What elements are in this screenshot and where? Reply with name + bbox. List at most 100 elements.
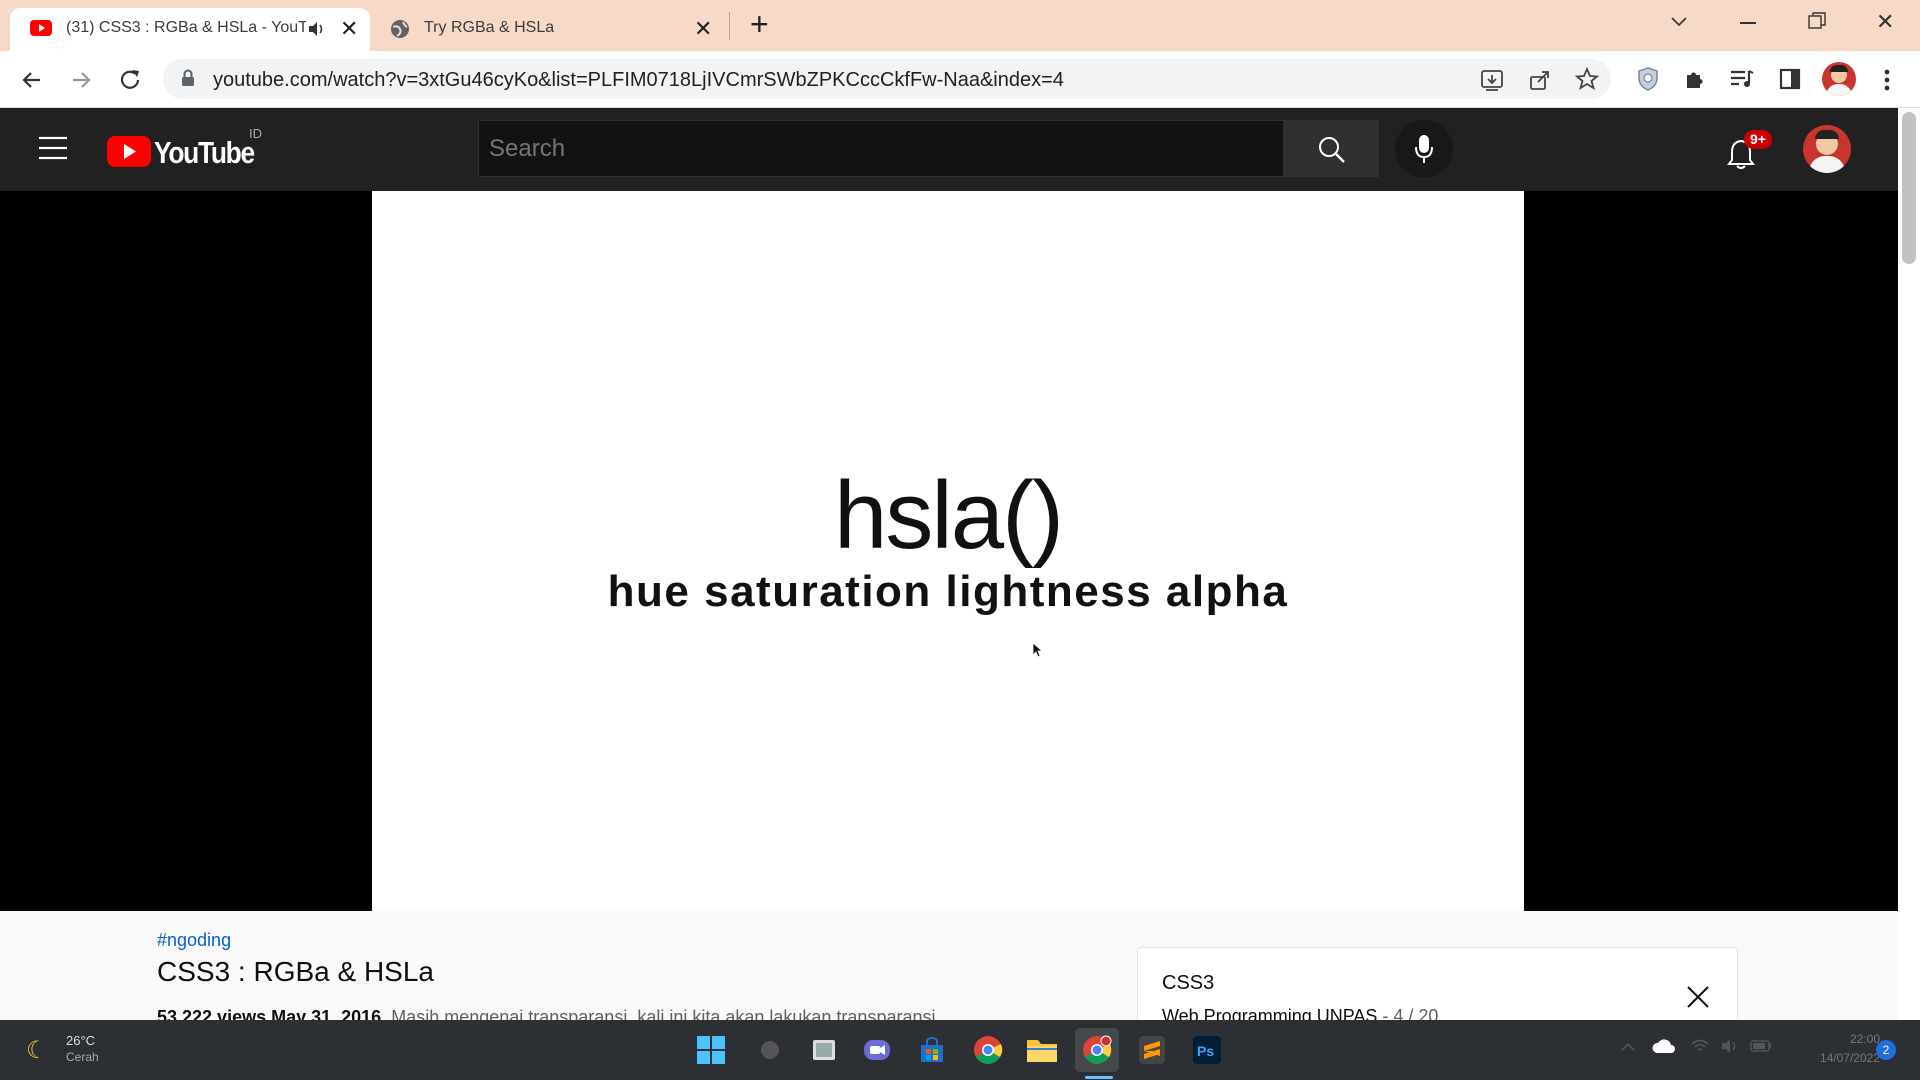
close-tab-icon[interactable]: ✕	[694, 18, 712, 40]
windows-start-icon	[697, 1036, 725, 1064]
clock-time: 22:00	[1849, 1032, 1880, 1046]
share-icon[interactable]	[1528, 68, 1552, 92]
close-tab-icon[interactable]: ✕	[340, 18, 358, 40]
search-icon	[761, 1041, 779, 1059]
teams-chat-icon	[864, 1040, 890, 1060]
tab-youtube[interactable]: (31) CSS3 : RGBa & HSLa - YouT ✕	[10, 8, 370, 51]
search-icon	[1319, 137, 1345, 163]
active-app-indicator	[1085, 1076, 1113, 1079]
video-description: Masih mengenai transparansi, kali ini ki…	[391, 1007, 936, 1020]
moon-icon: ☾	[26, 1037, 48, 1064]
new-tab-button[interactable]: +	[750, 6, 769, 43]
side-panel-icon[interactable]	[1779, 67, 1801, 91]
task-view-icon	[813, 1040, 835, 1060]
account-avatar[interactable]	[1803, 125, 1851, 173]
folder-icon	[1027, 1040, 1057, 1062]
store-icon	[921, 1037, 943, 1062]
tab-title: (31) CSS3 : RGBa & HSLa - YouT	[66, 19, 306, 36]
address-bar[interactable]: youtube.com/watch?v=3xtGu46cyKo&list=PLF…	[163, 59, 1611, 99]
chrome-profile-button[interactable]	[1075, 1028, 1119, 1072]
minimize-button[interactable]	[1740, 22, 1756, 24]
browser-menu-icon[interactable]	[1884, 68, 1890, 92]
battery-icon[interactable]	[1750, 1040, 1772, 1052]
weather-temp: 26°C	[66, 1033, 96, 1048]
install-app-icon[interactable]	[1480, 68, 1504, 92]
chrome-button[interactable]	[966, 1028, 1010, 1072]
slide-subtitle: hue saturation lightness alpha	[607, 567, 1289, 616]
youtube-masthead: YouTube ID 9+	[0, 108, 1898, 191]
profile-avatar[interactable]	[1822, 62, 1856, 96]
browser-toolbar: youtube.com/watch?v=3xtGu46cyKo&list=PLF…	[0, 51, 1920, 108]
task-view-button[interactable]	[802, 1028, 846, 1072]
shield-extension-icon[interactable]	[1637, 66, 1659, 92]
start-button[interactable]	[689, 1028, 733, 1072]
voice-search-button[interactable]	[1395, 120, 1453, 178]
views-and-date: 53.222 views May 31, 2016	[157, 1007, 382, 1020]
slide-headline: hsla()	[833, 462, 1064, 569]
video-hashtag[interactable]: #ngoding	[157, 930, 231, 951]
search-input[interactable]	[479, 121, 1283, 176]
hamburger-menu-icon[interactable]	[38, 136, 68, 160]
photoshop-icon: Ps	[1193, 1036, 1221, 1064]
tab-try-rgba[interactable]: Try RGBa & HSLa ✕	[374, 8, 726, 51]
globe-icon	[391, 20, 409, 38]
clock[interactable]: 22:00 14/07/2022	[1780, 1028, 1880, 1072]
microphone-icon	[1415, 135, 1433, 163]
scrollbar-thumb[interactable]	[1902, 112, 1916, 264]
audio-playing-icon[interactable]	[308, 21, 326, 37]
sublime-text-button[interactable]	[1130, 1028, 1174, 1072]
browser-tab-strip: (31) CSS3 : RGBa & HSLa - YouT ✕ Try RGB…	[0, 0, 1920, 51]
video-frame[interactable]: hsla() hue saturation lightness alpha	[372, 191, 1524, 911]
close-playlist-icon[interactable]	[1686, 985, 1710, 1009]
media-control-icon[interactable]	[1729, 67, 1755, 91]
photoshop-button[interactable]: Ps	[1185, 1028, 1229, 1072]
restore-button[interactable]	[1808, 12, 1826, 30]
close-window-button[interactable]: ✕	[1876, 9, 1894, 35]
search-button[interactable]	[1284, 120, 1379, 177]
back-icon[interactable]	[20, 68, 44, 92]
url-text: youtube.com/watch?v=3xtGu46cyKo&list=PLF…	[213, 69, 1064, 91]
sublime-text-icon	[1139, 1036, 1165, 1064]
playlist-channel: Web Programming UNPAS - 4 / 20	[1162, 1006, 1438, 1020]
playlist-panel: CSS3 Web Programming UNPAS - 4 / 20	[1137, 947, 1738, 1020]
playlist-title[interactable]: CSS3	[1162, 972, 1214, 995]
hidden-icons-chevron-icon[interactable]	[1620, 1042, 1636, 1052]
extensions-puzzle-icon[interactable]	[1683, 67, 1707, 91]
youtube-logo-text: YouTube	[154, 135, 255, 170]
youtube-logo[interactable]: YouTube ID	[107, 126, 277, 170]
clock-date: 14/07/2022	[1819, 1051, 1880, 1065]
video-info-section: #ngoding CSS3 : RGBa & HSLa 53.222 views…	[0, 911, 1898, 1020]
video-meta[interactable]: 53.222 views May 31, 2016 Masih mengenai …	[157, 1007, 935, 1020]
lock-icon[interactable]	[181, 69, 195, 87]
chrome-icon	[974, 1036, 1003, 1064]
notifications-button[interactable]: 9+	[1722, 130, 1782, 174]
chrome-profile-icon	[1083, 1035, 1112, 1064]
playlist-index: - 4 / 20	[1377, 1006, 1439, 1020]
svg-text:Ps: Ps	[1197, 1043, 1214, 1059]
video-title: CSS3 : RGBa & HSLa	[157, 956, 435, 987]
reload-icon[interactable]	[117, 67, 143, 93]
search-box[interactable]	[478, 120, 1284, 177]
country-code: ID	[249, 126, 262, 141]
wifi-icon[interactable]	[1690, 1038, 1710, 1054]
windows-taskbar: ☾ 26°C Cerah Ps 22:00 14/07/2022 2	[0, 1020, 1920, 1080]
tab-divider	[729, 12, 730, 40]
weather-desc: Cerah	[66, 1050, 99, 1064]
tab-search-chevron-icon[interactable]	[1670, 16, 1688, 28]
notification-badge: 9+	[1744, 130, 1772, 149]
notification-count-badge[interactable]: 2	[1876, 1040, 1896, 1060]
forward-icon[interactable]	[69, 68, 93, 92]
volume-icon[interactable]	[1720, 1038, 1740, 1054]
tab-title: Try RGBa & HSLa	[424, 19, 555, 36]
weather-widget[interactable]: ☾ 26°C Cerah	[24, 1032, 144, 1068]
onedrive-cloud-icon[interactable]	[1652, 1038, 1676, 1054]
mouse-cursor-icon	[1032, 642, 1044, 658]
bookmark-star-icon[interactable]	[1575, 67, 1599, 91]
playlist-channel-name[interactable]: Web Programming UNPAS	[1162, 1006, 1377, 1020]
youtube-play-logo-icon	[107, 136, 151, 167]
microsoft-store-button[interactable]	[910, 1028, 954, 1072]
chat-button[interactable]	[855, 1028, 899, 1072]
taskbar-search-button[interactable]	[748, 1028, 792, 1072]
file-explorer-button[interactable]	[1020, 1028, 1064, 1072]
youtube-favicon-icon	[30, 20, 52, 36]
